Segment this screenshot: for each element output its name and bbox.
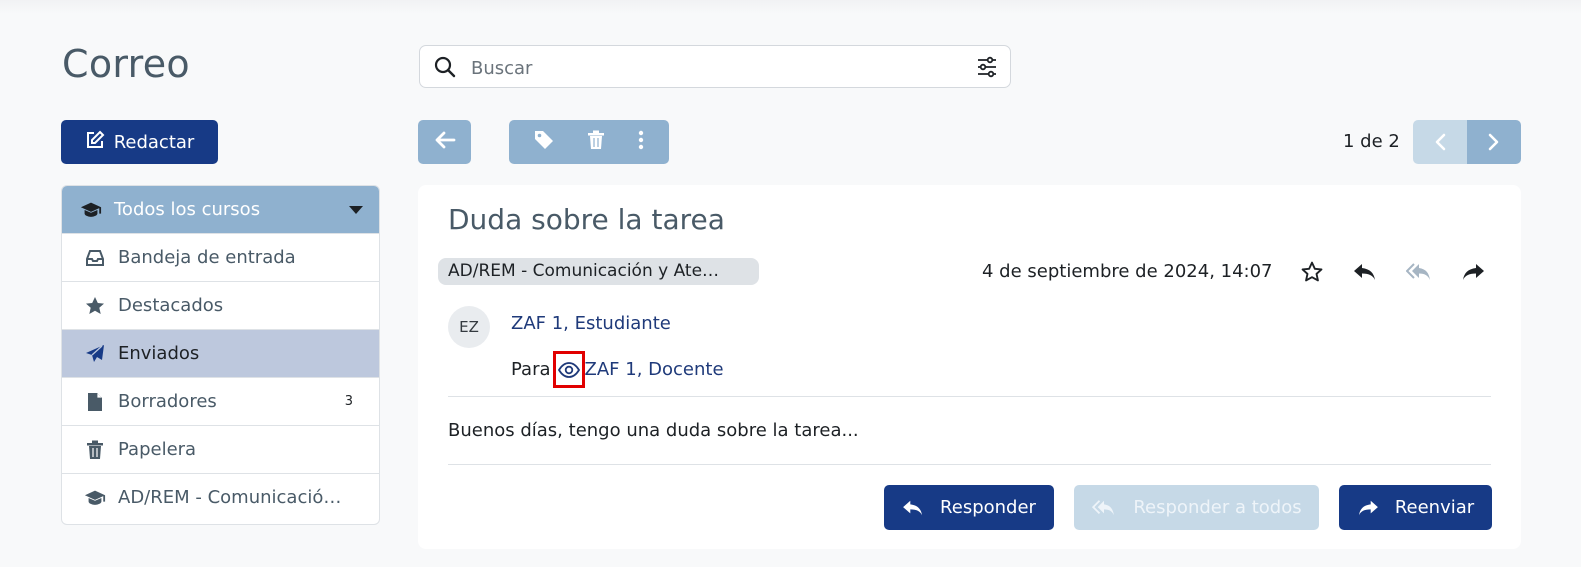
reply-button[interactable]: Responder [884, 485, 1054, 530]
graduation-cap-icon [84, 489, 106, 507]
chevron-down-icon [349, 206, 363, 214]
reply-icon [903, 500, 923, 515]
reply-all-icon [1406, 263, 1430, 280]
chevron-left-icon [1435, 133, 1446, 151]
top-bar [0, 0, 1581, 14]
arrow-left-icon [434, 131, 456, 153]
chevron-right-icon [1488, 133, 1499, 151]
star-icon [84, 296, 106, 316]
previous-button[interactable] [1413, 120, 1467, 164]
compose-label: Redactar [113, 131, 195, 153]
trash-icon [84, 440, 106, 460]
nav-item-trash[interactable]: Papelera [62, 425, 379, 473]
eye-icon[interactable] [552, 351, 585, 388]
message-subject: Duda sobre la tarea [448, 203, 725, 236]
recipients-line: Para ZAF 1, Docente [511, 351, 724, 388]
search-box [419, 45, 1011, 88]
edit-icon [85, 130, 105, 155]
message-card: Duda sobre la tarea AD/REM - Comunicació… [418, 185, 1521, 549]
more-vertical-icon[interactable] [638, 130, 644, 154]
trash-icon[interactable] [587, 130, 605, 154]
course-selector[interactable]: Todos los cursos [62, 186, 379, 233]
filter-sliders-icon[interactable] [976, 56, 998, 82]
nav-item-label: Destacados [118, 295, 224, 316]
message-body: Buenos días, tengo una duda sobre la tar… [448, 420, 859, 441]
reply-all-button[interactable]: Responder a todos [1074, 485, 1319, 530]
course-selector-label: Todos los cursos [114, 199, 261, 220]
nav-item-inbox[interactable]: Bandeja de entrada [62, 233, 379, 281]
divider [448, 396, 1491, 397]
forward-icon [1358, 500, 1378, 515]
to-label: Para [511, 359, 551, 380]
send-icon [84, 344, 106, 364]
forward-icon [1463, 264, 1484, 280]
message-actions-group [509, 120, 669, 164]
forward-button[interactable]: Reenviar [1339, 485, 1492, 530]
graduation-cap-icon [80, 201, 102, 219]
forward-label: Reenviar [1394, 497, 1475, 518]
file-icon [84, 392, 106, 412]
nav-item-starred[interactable]: Destacados [62, 281, 379, 329]
avatar: EZ [448, 306, 490, 348]
pagination-text: 1 de 2 [1343, 131, 1400, 152]
page-title: Correo [62, 42, 190, 86]
nav-item-sent[interactable]: Enviados [62, 329, 379, 377]
inbox-icon [84, 249, 106, 267]
pagination [1413, 120, 1521, 164]
next-button[interactable] [1467, 120, 1521, 164]
reply-all-icon [1092, 499, 1115, 515]
nav-item-label: AD/REM - Comunicació… [118, 487, 342, 508]
tag-icon[interactable] [534, 130, 554, 154]
sender-name[interactable]: ZAF 1, Estudiante [511, 313, 671, 334]
reply-all-label: Responder a todos [1133, 497, 1302, 518]
search-input[interactable] [469, 54, 973, 82]
divider [448, 464, 1491, 465]
courses-panel: Todos los cursos Bandeja de entrada Dest… [61, 185, 380, 525]
reply-all-icon-button[interactable] [1405, 258, 1433, 286]
compose-button[interactable]: Redactar [61, 120, 218, 164]
recipient-name[interactable]: ZAF 1, Docente [585, 359, 724, 380]
forward-icon-button[interactable] [1459, 258, 1487, 286]
reply-label: Responder [940, 497, 1036, 518]
star-button[interactable] [1298, 258, 1326, 286]
reply-icon [1354, 264, 1375, 280]
nav-item-label: Bandeja de entrada [118, 247, 296, 268]
back-button[interactable] [418, 120, 471, 164]
reply-icon-button[interactable] [1351, 258, 1379, 286]
drafts-count-badge: 3 [344, 394, 353, 409]
nav-item-label: Enviados [118, 343, 200, 364]
course-badge: AD/REM - Comunicación y Ate… [438, 258, 759, 285]
nav-item-label: Borradores [118, 391, 217, 412]
nav-item-drafts[interactable]: Borradores 3 [62, 377, 379, 425]
star-outline-icon [1301, 261, 1323, 282]
search-icon[interactable] [434, 56, 456, 82]
message-date: 4 de septiembre de 2024, 14:07 [982, 261, 1273, 282]
nav-item-course[interactable]: AD/REM - Comunicació… [62, 473, 379, 521]
nav-item-label: Papelera [118, 439, 197, 460]
